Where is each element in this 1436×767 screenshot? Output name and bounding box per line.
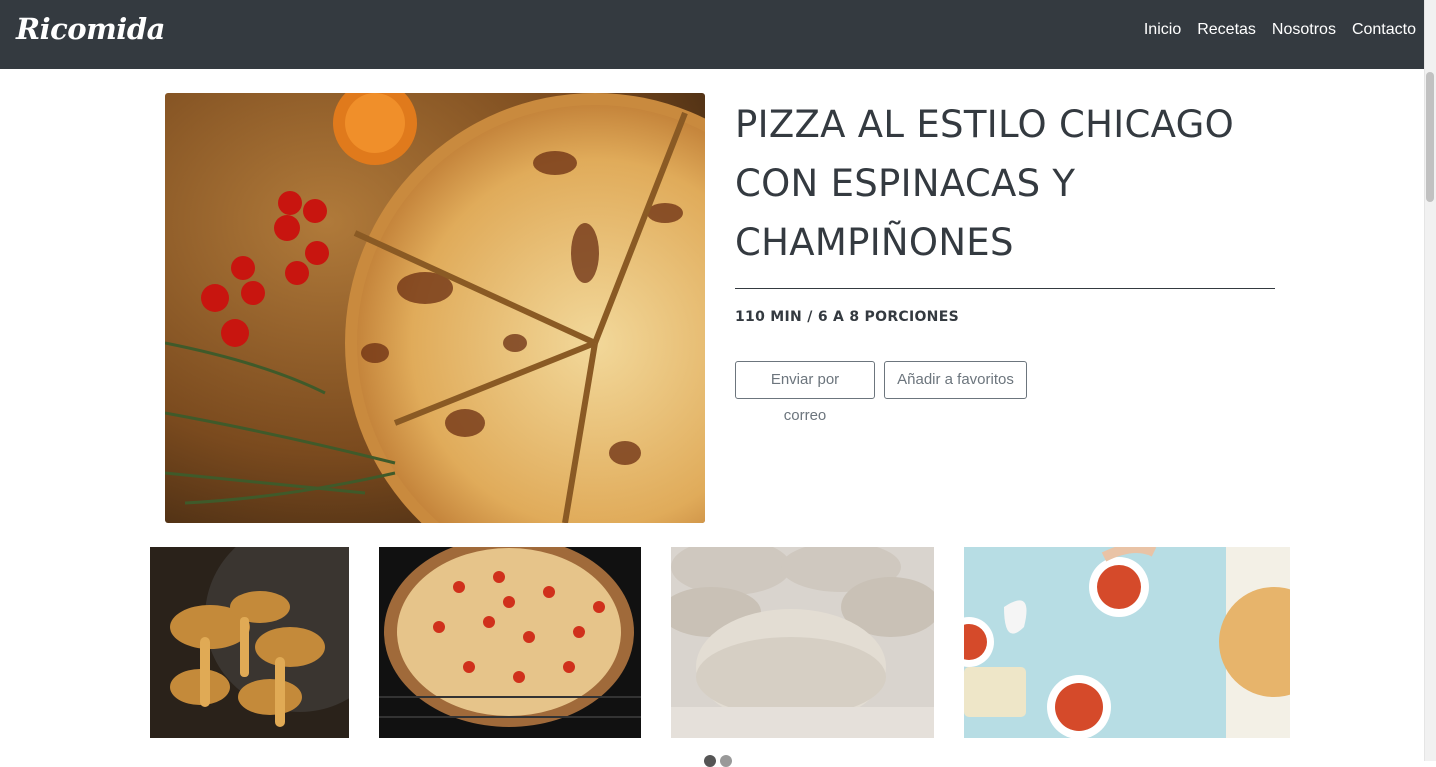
nav-link-inicio[interactable]: Inicio bbox=[1144, 21, 1181, 39]
carousel-indicators bbox=[704, 755, 732, 767]
gallery-image-pizza-making[interactable] bbox=[964, 547, 1290, 738]
nav-links: Inicio Recetas Nosotros Contacto bbox=[1144, 21, 1416, 39]
gallery-image-mushrooms[interactable] bbox=[150, 547, 349, 738]
email-recipe-button[interactable]: Enviar por correo bbox=[735, 361, 875, 424]
navbar: Ricomida Inicio Recetas Nosotros Contact… bbox=[0, 0, 1436, 69]
gallery-image-dough-balls[interactable] bbox=[671, 547, 934, 738]
nav-link-recetas[interactable]: Recetas bbox=[1197, 21, 1256, 39]
nav-link-nosotros[interactable]: Nosotros bbox=[1272, 21, 1336, 39]
carousel-dot-active[interactable] bbox=[704, 755, 716, 767]
hero-pizza-image bbox=[165, 93, 705, 523]
add-favorite-button[interactable]: Añadir a favoritos bbox=[884, 361, 1027, 399]
nav-link-contacto[interactable]: Contacto bbox=[1352, 21, 1416, 39]
carousel-dot[interactable] bbox=[720, 755, 732, 767]
gallery-image-pizza-oven[interactable] bbox=[379, 547, 641, 738]
brand-logo[interactable]: Ricomida bbox=[16, 12, 165, 46]
recipe-title-line-2: CON ESPINACAS Y bbox=[735, 162, 1076, 205]
recipe-title-line-3: CHAMPIÑONES bbox=[735, 221, 1014, 264]
recipe-meta: 110 MIN / 6 A 8 PORCIONES bbox=[735, 309, 959, 325]
recipe-title-line-1: PIZZA AL ESTILO CHICAGO bbox=[735, 103, 1234, 146]
title-divider bbox=[735, 288, 1275, 289]
scrollbar-thumb[interactable] bbox=[1426, 72, 1434, 202]
page-scrollbar[interactable] bbox=[1424, 0, 1436, 761]
recipe-title: PIZZA AL ESTILO CHICAGO CON ESPINACAS Y … bbox=[735, 95, 1275, 272]
